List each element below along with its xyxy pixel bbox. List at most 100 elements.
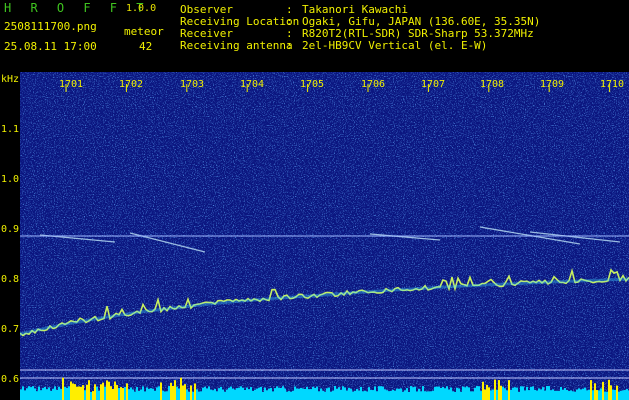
level-bar (38, 386, 40, 400)
level-bar (406, 388, 408, 400)
level-bar (382, 386, 384, 400)
x-tick-label: 1710 (600, 79, 625, 90)
level-bar (566, 389, 568, 400)
level-bar (530, 386, 532, 400)
level-bar (266, 390, 268, 400)
spectrogram (20, 72, 629, 400)
level-bar (618, 391, 620, 400)
level-bar (396, 388, 398, 400)
level-bar (242, 387, 244, 400)
level-bar (348, 387, 350, 400)
level-bar (428, 391, 430, 400)
level-bar (476, 386, 478, 400)
level-bar (250, 387, 252, 400)
level-bar (124, 386, 126, 400)
level-bar (126, 383, 128, 400)
level-bar (132, 389, 134, 400)
level-bar (110, 386, 112, 400)
level-bar (152, 388, 154, 400)
x-tick-label: 1704 (240, 79, 265, 90)
level-bar (268, 388, 270, 400)
y-tick-label: 0.7 (1, 324, 20, 335)
level-bar (258, 387, 260, 400)
level-bar (212, 390, 214, 400)
level-bar (372, 390, 374, 400)
level-bar (238, 387, 240, 400)
level-bar (516, 387, 518, 400)
level-bar (410, 386, 412, 400)
level-bar (416, 391, 418, 400)
level-bar (322, 390, 324, 400)
level-bar (526, 386, 528, 400)
level-bar (430, 391, 432, 400)
level-bar (218, 388, 220, 400)
y-tick-label: 0.8 (1, 274, 20, 285)
file-name: 2508111700.png (4, 20, 97, 33)
level-bar (114, 381, 116, 400)
x-tick-label: 1703 (180, 79, 205, 90)
level-bar (84, 390, 86, 400)
level-bar (280, 387, 282, 400)
level-bar (616, 385, 618, 400)
level-bar (178, 388, 180, 400)
level-bar (622, 390, 624, 400)
level-bar (144, 391, 146, 400)
level-bar (556, 390, 558, 400)
level-bar (92, 391, 94, 400)
level-bar (594, 383, 596, 400)
level-bar (22, 386, 24, 400)
level-bar (338, 387, 340, 400)
level-bar (260, 386, 262, 400)
level-bar (30, 387, 32, 400)
level-bar (310, 389, 312, 400)
level-bar (384, 389, 386, 400)
level-bar (462, 386, 464, 400)
level-bar (582, 388, 584, 400)
level-bar (312, 386, 314, 400)
level-bar (86, 384, 88, 400)
level-bar (432, 390, 434, 400)
level-bar (482, 381, 484, 400)
level-bar (130, 387, 132, 400)
level-bar (578, 388, 580, 400)
level-bar (210, 389, 212, 400)
level-bar (552, 389, 554, 400)
level-bar (40, 390, 42, 400)
level-bar (134, 391, 136, 400)
level-bar (162, 390, 164, 400)
level-bar (228, 387, 230, 400)
level-bar (106, 380, 108, 400)
level-bar (436, 386, 438, 400)
level-bar (62, 377, 64, 400)
level-bar (164, 391, 166, 400)
spectrogram-canvas (20, 72, 629, 400)
level-bar (78, 386, 80, 400)
y-tick-label: 1.0 (1, 174, 20, 185)
level-bar (378, 386, 380, 400)
level-bar (102, 382, 104, 400)
level-bar (104, 386, 106, 400)
level-bar (100, 384, 102, 400)
level-bar (574, 391, 576, 400)
level-bar (252, 390, 254, 400)
level-bar (542, 387, 544, 400)
level-bar (120, 387, 122, 400)
level-bar (180, 377, 182, 400)
level-bar (598, 390, 600, 400)
level-bar (138, 390, 140, 400)
level-bar (294, 386, 296, 400)
level-bar (318, 391, 320, 400)
frequency-axis (0, 72, 20, 400)
level-bar (408, 391, 410, 400)
level-bar (54, 386, 56, 400)
level-bar (586, 390, 588, 400)
level-bar (222, 389, 224, 400)
level-bar (532, 386, 534, 400)
level-bar (422, 386, 424, 400)
level-bar (440, 387, 442, 400)
level-bar (192, 391, 194, 400)
level-bar (72, 383, 74, 400)
level-bar (484, 389, 486, 400)
level-bar (458, 388, 460, 400)
y-tick-label: 0.6 (1, 374, 20, 385)
